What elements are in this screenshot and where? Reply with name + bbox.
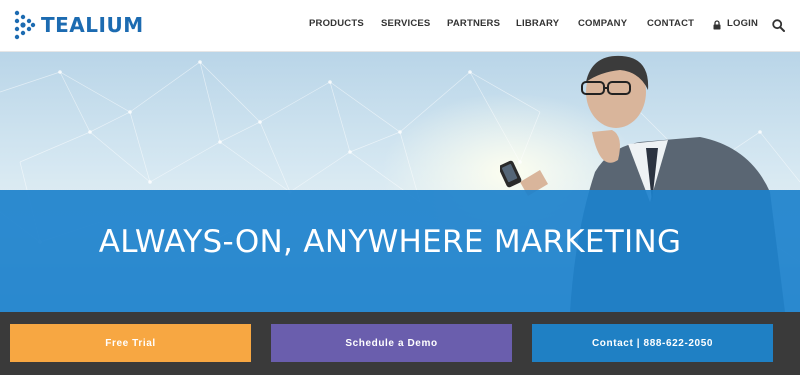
main-nav: PRODUCTS SERVICES PARTNERS LIBRARY COMPA… [0, 18, 800, 32]
site-header: TEALIUM PRODUCTS SERVICES PARTNERS LIBRA… [0, 0, 800, 52]
free-trial-button[interactable]: Free Trial [10, 324, 251, 362]
contact-phone-button[interactable]: Contact | 888-622-2050 [532, 324, 773, 362]
search-icon[interactable] [772, 19, 785, 32]
nav-item-products[interactable]: PRODUCTS [309, 18, 364, 29]
hero-headline: ALWAYS-ON, ANYWHERE MARKETING [98, 224, 682, 260]
nav-item-login[interactable]: LOGIN [727, 18, 758, 29]
cta-bar: Free Trial Schedule a Demo Contact | 888… [0, 312, 800, 375]
hero-banner: ALWAYS-ON, ANYWHERE MARKETING [0, 52, 800, 312]
nav-item-library[interactable]: LIBRARY [516, 18, 559, 29]
nav-item-contact[interactable]: CONTACT [647, 18, 694, 29]
nav-item-services[interactable]: SERVICES [381, 18, 430, 29]
lock-icon [713, 20, 721, 30]
nav-item-partners[interactable]: PARTNERS [447, 18, 500, 29]
nav-item-company[interactable]: COMPANY [578, 18, 627, 29]
schedule-demo-button[interactable]: Schedule a Demo [271, 324, 512, 362]
